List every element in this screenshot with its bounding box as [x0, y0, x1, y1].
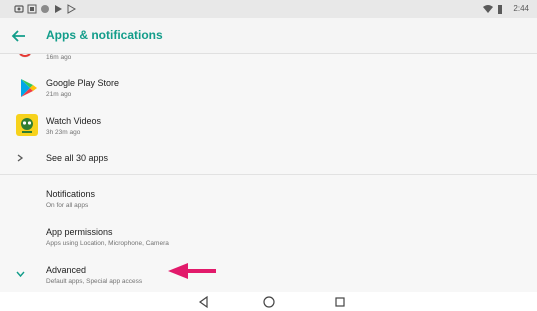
pointer-arrow-icon	[168, 263, 216, 279]
divider	[0, 174, 537, 175]
recent-app-time: 16m ago	[46, 54, 72, 61]
settings-list[interactable]: 16m ago Google Play Store 21m ago Watch …	[0, 54, 537, 292]
app-bar: Apps & notifications	[0, 18, 537, 54]
advanced-item[interactable]: Advanced Default apps, Special app acces…	[0, 258, 537, 288]
notifications-item[interactable]: Notifications On for all apps	[0, 182, 537, 212]
back-arrow-icon[interactable]	[10, 27, 28, 45]
status-bar: 2:44	[0, 0, 537, 18]
watch-videos-icon	[16, 114, 38, 136]
cast-icon	[14, 5, 24, 13]
wifi-icon	[483, 5, 493, 13]
home-nav-icon[interactable]	[262, 295, 276, 309]
play-icon	[55, 5, 62, 13]
recents-nav-icon[interactable]	[333, 295, 347, 309]
recent-app-item[interactable]: Watch Videos 3h 23m ago	[0, 110, 537, 142]
chevron-down-icon	[16, 271, 25, 278]
sim-icon	[27, 4, 37, 14]
status-time: 2:44	[513, 4, 529, 13]
recent-app-name: Watch Videos	[46, 116, 102, 126]
recent-app-item[interactable]: 16m ago	[0, 54, 537, 70]
chevron-right-icon	[17, 154, 24, 162]
battery-icon	[498, 5, 502, 14]
notifications-subtitle: On for all apps	[46, 202, 89, 209]
app-permissions-title: App permissions	[46, 227, 113, 237]
app-icon-partial	[18, 54, 32, 58]
back-nav-icon[interactable]	[197, 295, 211, 309]
advanced-subtitle: Default apps, Special app access	[46, 278, 143, 285]
see-all-apps-label: See all 30 apps	[46, 153, 109, 163]
page-title: Apps & notifications	[46, 28, 163, 42]
recent-app-time: 21m ago	[46, 91, 72, 98]
notifications-title: Notifications	[46, 189, 96, 199]
play-store-icon	[21, 79, 37, 97]
see-all-apps[interactable]: See all 30 apps	[0, 146, 537, 170]
app-permissions-subtitle: Apps using Location, Microphone, Camera	[46, 240, 169, 247]
app-permissions-item[interactable]: App permissions Apps using Location, Mic…	[0, 220, 537, 250]
sync-icon	[41, 5, 49, 13]
recent-app-name: Google Play Store	[46, 78, 120, 88]
advanced-title: Advanced	[46, 265, 87, 275]
navigation-bar	[0, 292, 537, 311]
recent-app-item[interactable]: Google Play Store 21m ago	[0, 72, 537, 104]
recent-app-time: 3h 23m ago	[46, 129, 81, 136]
play-store-icon	[67, 4, 76, 14]
